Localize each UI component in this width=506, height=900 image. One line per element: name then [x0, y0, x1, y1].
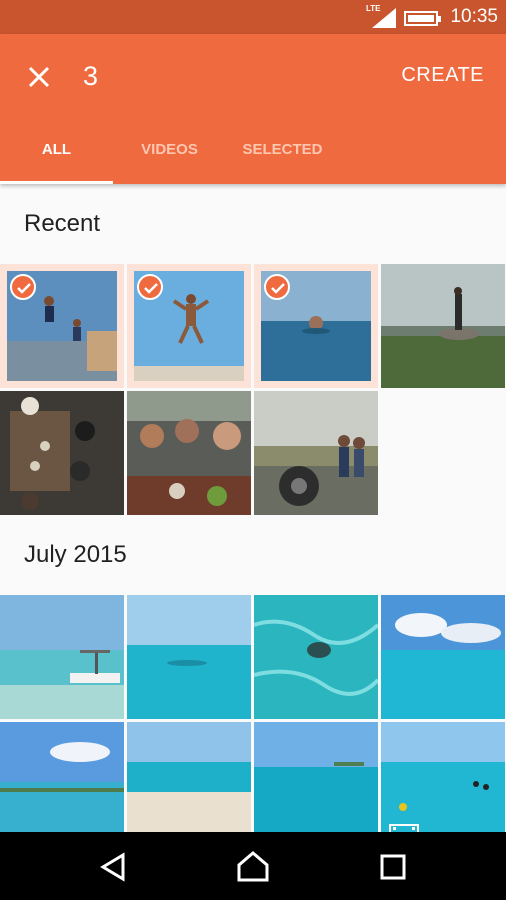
photo-tile[interactable]	[0, 722, 124, 846]
photo-turquoise-sea	[127, 595, 251, 719]
selected-check-icon	[137, 274, 163, 300]
back-icon	[100, 852, 125, 882]
signal-icon	[372, 8, 396, 28]
tab-all[interactable]: ALL	[0, 134, 113, 184]
status-bar: LTE 10:35	[0, 0, 506, 34]
photo-tile[interactable]	[254, 595, 378, 719]
selected-check-icon	[264, 274, 290, 300]
photo-tile[interactable]	[0, 264, 124, 388]
photo-tile[interactable]	[0, 391, 124, 515]
tab-selected[interactable]: SELECTED	[226, 134, 339, 184]
photo-tile[interactable]	[0, 595, 124, 719]
photo-turtle-underwater	[254, 595, 378, 719]
tab-videos[interactable]: VIDEOS	[113, 134, 226, 184]
photo-beach-clouds	[0, 722, 124, 846]
photo-tile[interactable]	[127, 391, 251, 515]
photo-tile[interactable]	[381, 595, 505, 719]
photo-man-on-rock	[381, 264, 505, 388]
photo-tile[interactable]	[127, 722, 251, 846]
home-button[interactable]	[233, 849, 273, 885]
tab-indicator	[0, 181, 113, 184]
section-title-recent: Recent	[24, 210, 101, 237]
photo-tile[interactable]	[381, 264, 505, 388]
photo-couple-jeep-tire	[254, 391, 378, 515]
navigation-bar	[0, 832, 506, 900]
section-title-july-2015: July 2015	[24, 541, 127, 568]
selected-count: 3	[83, 61, 99, 91]
create-button[interactable]: CREATE	[401, 64, 484, 87]
selected-check-icon	[10, 274, 36, 300]
photo-tile[interactable]	[254, 722, 378, 846]
close-icon	[28, 66, 50, 88]
photo-sea-clouds	[381, 595, 505, 719]
photo-beach-surfboards	[127, 722, 251, 846]
photo-tile[interactable]	[127, 595, 251, 719]
photo-tile[interactable]	[127, 264, 251, 388]
photo-sea-horizon	[254, 722, 378, 846]
battery-icon	[404, 11, 441, 26]
app-bar: 3 CREATE ALL VIDEOS SELECTED	[0, 34, 506, 184]
recents-button[interactable]	[373, 849, 413, 885]
video-tile[interactable]	[381, 722, 505, 846]
photo-boat-shore	[0, 595, 124, 719]
recents-icon	[380, 854, 406, 880]
tab-bar: ALL VIDEOS SELECTED	[0, 134, 506, 184]
photo-tile[interactable]	[254, 391, 378, 515]
close-button[interactable]	[18, 56, 60, 98]
clock: 10:35	[450, 6, 498, 27]
back-button[interactable]	[93, 849, 133, 885]
photo-friends-dinner-overhead	[0, 391, 124, 515]
home-icon	[237, 851, 269, 882]
photo-tile[interactable]	[254, 264, 378, 388]
photo-friends-dinner-selfie	[127, 391, 251, 515]
